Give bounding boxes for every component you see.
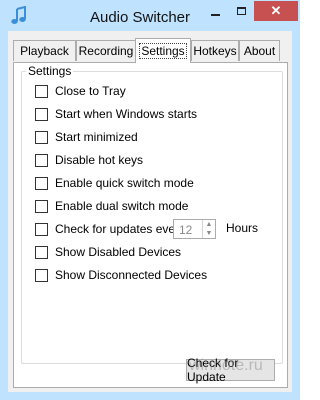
option-show-disconnected[interactable]: Show Disconnected Devices bbox=[35, 267, 207, 283]
option-show-disabled[interactable]: Show Disabled Devices bbox=[35, 244, 181, 260]
checkbox[interactable] bbox=[35, 245, 48, 259]
chevron-down-icon[interactable]: ▼ bbox=[203, 229, 215, 238]
option-close-to-tray[interactable]: Close to Tray bbox=[35, 83, 126, 99]
update-interval-value[interactable]: 12 bbox=[179, 223, 192, 237]
checkbox[interactable] bbox=[35, 153, 48, 167]
checkbox[interactable] bbox=[35, 84, 48, 98]
option-start-with-windows[interactable]: Start when Windows starts bbox=[35, 106, 197, 122]
option-label: Enable quick switch mode bbox=[55, 176, 194, 190]
option-check-updates[interactable]: Check for updates every bbox=[35, 221, 185, 237]
checkbox[interactable] bbox=[35, 268, 48, 282]
checkbox[interactable] bbox=[35, 130, 48, 144]
button-label: Check for Update bbox=[187, 356, 239, 384]
checkbox[interactable] bbox=[35, 107, 48, 121]
option-label: Enable dual switch mode bbox=[55, 199, 189, 213]
update-interval-unit: Hours bbox=[226, 221, 259, 235]
option-label: Start minimized bbox=[55, 130, 138, 144]
check-for-update-button[interactable]: Check for Update bbox=[186, 356, 275, 384]
option-label: Start when Windows starts bbox=[55, 107, 198, 121]
option-start-minimized[interactable]: Start minimized bbox=[35, 129, 138, 145]
chevron-up-icon[interactable]: ▲ bbox=[203, 220, 215, 229]
update-interval-stepper[interactable]: 12 ▲ ▼ bbox=[173, 219, 216, 239]
option-dual-switch[interactable]: Enable dual switch mode bbox=[35, 198, 188, 214]
option-quick-switch[interactable]: Enable quick switch mode bbox=[35, 175, 194, 191]
option-label: Disable hot keys bbox=[55, 153, 144, 167]
option-label: Close to Tray bbox=[55, 84, 126, 98]
app-window: Audio Switcher ✕ Playback Recording Sett… bbox=[0, 0, 300, 400]
stepper-buttons: ▲ ▼ bbox=[202, 220, 215, 238]
checkbox[interactable] bbox=[35, 176, 48, 190]
option-label: Check for updates every bbox=[55, 222, 186, 236]
option-label: Show Disabled Devices bbox=[55, 245, 182, 259]
groupbox-label: Settings bbox=[26, 64, 74, 78]
checkbox[interactable] bbox=[35, 199, 48, 213]
checkbox[interactable] bbox=[35, 222, 48, 236]
option-label: Show Disconnected Devices bbox=[55, 268, 208, 282]
settings-content: Settings Close to Tray Start when Window… bbox=[0, 0, 300, 400]
option-disable-hot-keys[interactable]: Disable hot keys bbox=[35, 152, 143, 168]
